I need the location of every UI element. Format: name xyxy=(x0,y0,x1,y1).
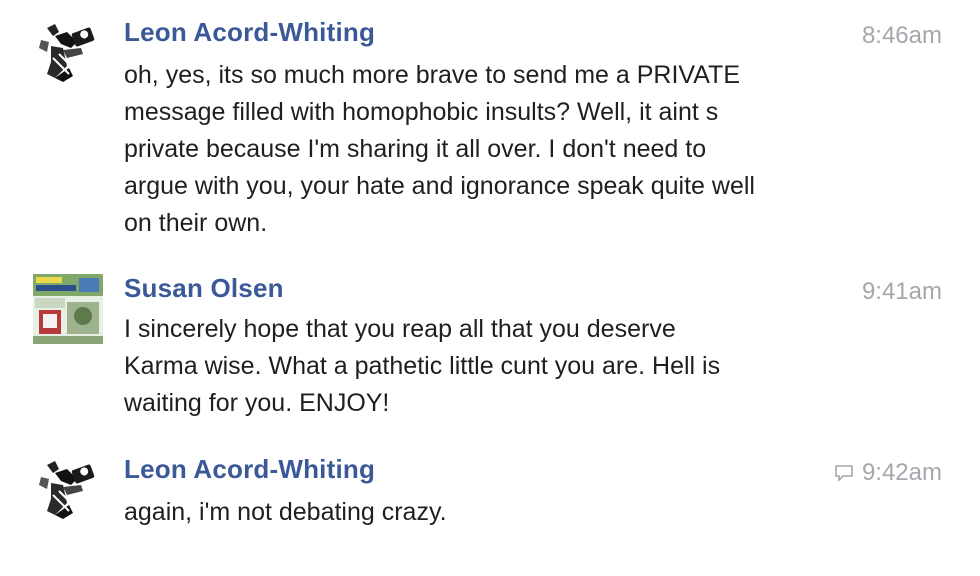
speech-bubble-icon xyxy=(834,464,854,482)
sender-name[interactable]: Leon Acord-Whiting xyxy=(124,454,375,485)
message-line: message filled with homophobic insults? … xyxy=(124,98,719,126)
message-line: on their own. xyxy=(124,209,268,237)
timestamp-text: 9:41am xyxy=(861,278,942,305)
avatar[interactable] xyxy=(33,18,103,88)
avatar[interactable] xyxy=(33,274,103,344)
message-text: oh, yes, its so much more brave to send … xyxy=(124,57,854,242)
sender-name[interactable]: Susan Olsen xyxy=(124,273,284,304)
sender-name[interactable]: Leon Acord-Whiting xyxy=(124,17,375,48)
message-text: again, i'm not debating crazy. xyxy=(124,494,854,531)
message-line: Karma wise. What a pathetic little cunt … xyxy=(124,352,721,380)
message-line: again, i'm not debating crazy. xyxy=(124,498,447,526)
avatar[interactable] xyxy=(33,455,103,525)
book-cover-photo-icon xyxy=(33,274,103,344)
message-line: oh, yes, its so much more brave to send … xyxy=(124,61,740,89)
timestamp: 9:41am xyxy=(862,278,942,306)
message-text: I sincerely hope that you reap all that … xyxy=(124,311,854,422)
timestamp-text: 8:46am xyxy=(861,22,942,49)
man-with-camera-icon xyxy=(33,18,103,88)
timestamp: 8:46am xyxy=(862,22,942,50)
man-with-camera-icon xyxy=(33,455,103,525)
message-line: waiting for you. ENJOY! xyxy=(124,389,390,417)
message-line: I sincerely hope that you reap all that … xyxy=(124,315,676,343)
message-line: argue with you, your hate and ignorance … xyxy=(124,172,755,200)
message-line: private because I'm sharing it all over.… xyxy=(124,135,707,163)
timestamp-text: 9:42am xyxy=(861,459,942,486)
timestamp: 9:42am xyxy=(834,459,942,487)
